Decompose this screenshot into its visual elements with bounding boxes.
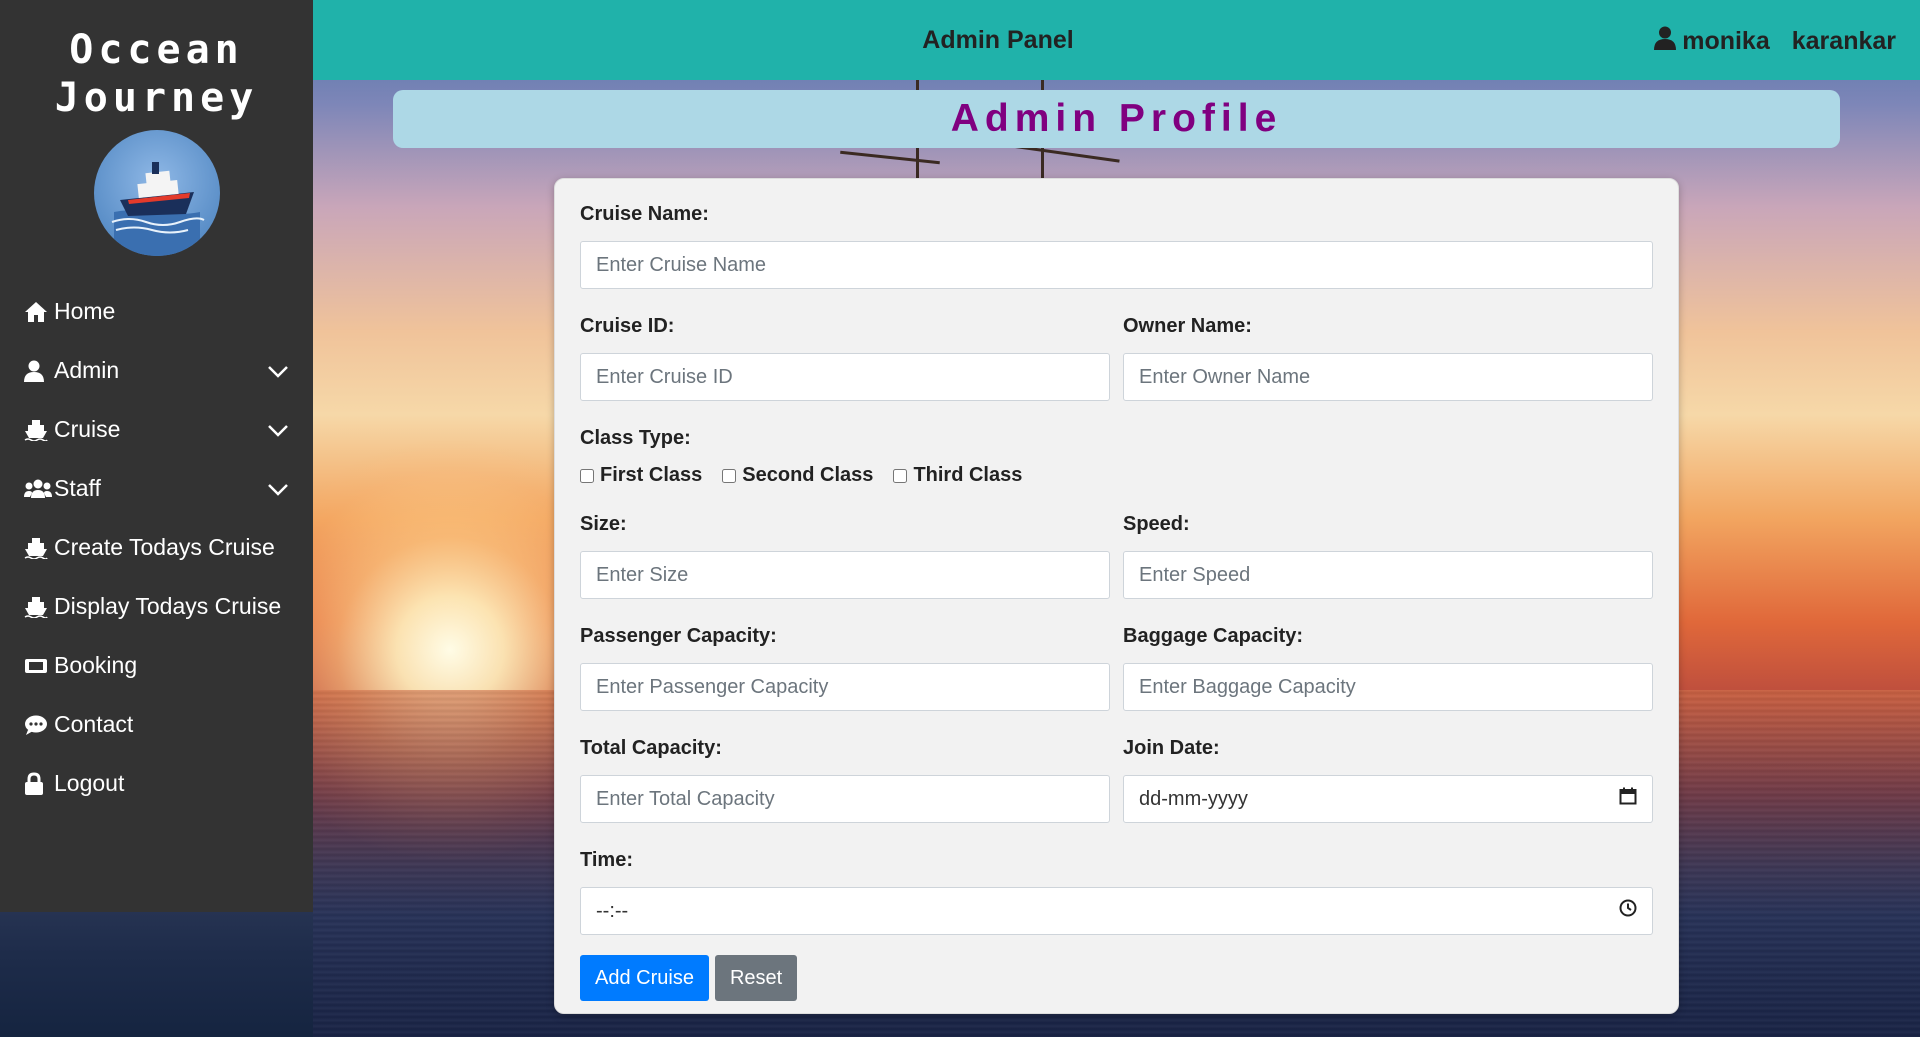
calendar-icon[interactable] (1619, 787, 1637, 811)
user-first-name: monika (1682, 27, 1770, 55)
add-cruise-form: Cruise Name: Cruise ID: Owner Name: Clas… (554, 178, 1679, 1014)
total-capacity-label: Total Capacity: (580, 737, 722, 759)
sidebar-item-label: Create Todays Cruise (54, 534, 275, 560)
first-class-option[interactable]: First Class (580, 464, 702, 487)
sidebar-item-home[interactable]: Home (0, 282, 313, 341)
total-capacity-input[interactable] (580, 775, 1110, 823)
page-title: Admin Profile (393, 90, 1840, 148)
first-class-label: First Class (600, 464, 703, 486)
form-actions: Add Cruise Reset (580, 955, 1653, 1001)
time-label: Time: (580, 849, 633, 871)
user-last-name: karankar (1791, 27, 1896, 55)
size-label: Size: (580, 513, 627, 535)
passenger-capacity-label: Passenger Capacity: (580, 625, 777, 647)
reset-button[interactable]: Reset (714, 955, 798, 1001)
brand-line-2: Journey (54, 75, 259, 121)
second-class-label: Second Class (742, 464, 874, 486)
ship-icon (24, 419, 52, 441)
class-type-label: Class Type: (580, 427, 691, 449)
third-class-label: Third Class (913, 464, 1023, 486)
sidebar-item-label: Home (54, 298, 116, 324)
speed-input[interactable] (1123, 551, 1653, 599)
user-menu[interactable]: monika karankar (1654, 26, 1896, 57)
first-class-checkbox[interactable] (580, 468, 594, 483)
owner-name-label: Owner Name: (1123, 315, 1252, 337)
size-input[interactable] (580, 551, 1110, 599)
cruise-ship-logo (93, 130, 220, 256)
chevron-down-icon[interactable] (267, 358, 289, 385)
cruise-id-label: Cruise ID: (580, 315, 675, 337)
ship-icon (24, 596, 52, 618)
baggage-capacity-label: Baggage Capacity: (1123, 625, 1304, 647)
header-title: Admin Panel (922, 26, 1074, 54)
sidebar-item-label: Cruise (54, 416, 121, 442)
ticket-icon (24, 656, 52, 676)
user-icon (1654, 26, 1677, 57)
third-class-option[interactable]: Third Class (893, 464, 1022, 487)
third-class-checkbox[interactable] (893, 468, 908, 483)
time-input[interactable]: --:-- (580, 887, 1653, 935)
sidebar-item-label: Display Todays Cruise (54, 593, 282, 619)
sidebar-item-admin[interactable]: Admin (0, 341, 313, 400)
sidebar-item-contact[interactable]: Contact (0, 695, 313, 754)
second-class-checkbox[interactable] (722, 468, 737, 483)
passenger-capacity-input[interactable] (580, 663, 1110, 711)
class-type-options: First Class Second Class Third Class (580, 464, 1653, 487)
sidebar-item-booking[interactable]: Booking (0, 636, 313, 695)
sidebar-item-staff[interactable]: Staff (0, 459, 313, 518)
ship-icon (24, 537, 52, 559)
ship-logo-icon (111, 162, 204, 256)
cruise-id-input[interactable] (580, 353, 1110, 401)
lock-icon (24, 771, 52, 796)
chevron-down-icon[interactable] (267, 476, 289, 503)
sidebar-nav: Home Admin Cruise Staff Create Todays Cr… (0, 282, 313, 813)
add-cruise-button[interactable]: Add Cruise (580, 955, 709, 1001)
cruise-name-input[interactable] (580, 241, 1653, 289)
cruise-name-label: Cruise Name: (580, 203, 709, 225)
join-date-input[interactable]: dd-mm-yyyy (1123, 775, 1653, 823)
sidebar-item-logout[interactable]: Logout (0, 754, 313, 813)
join-date-value: dd-mm-yyyy (1139, 787, 1248, 810)
chevron-down-icon[interactable] (267, 417, 289, 444)
users-icon (24, 478, 52, 500)
sidebar-item-label: Staff (54, 475, 101, 501)
top-header: Admin Panel monika karankar (313, 0, 1920, 80)
clock-icon[interactable] (1619, 899, 1637, 923)
owner-name-input[interactable] (1123, 353, 1653, 401)
sidebar-item-create-todays-cruise[interactable]: Create Todays Cruise (0, 518, 313, 577)
sidebar: Occean Journey Home Admin Cruise Staff C… (0, 0, 313, 912)
speed-label: Speed: (1123, 513, 1190, 535)
brand-title: Occean Journey (0, 0, 313, 122)
sidebar-item-label: Booking (54, 652, 138, 678)
baggage-capacity-input[interactable] (1123, 663, 1653, 711)
sidebar-item-display-todays-cruise[interactable]: Display Todays Cruise (0, 577, 313, 636)
time-value: --:-- (596, 899, 629, 922)
sidebar-item-label: Admin (54, 357, 120, 383)
home-icon (24, 301, 52, 323)
background-ship-yard (840, 150, 940, 165)
user-icon (24, 360, 52, 382)
brand-line-1: Occean (69, 27, 244, 73)
sidebar-item-cruise[interactable]: Cruise (0, 400, 313, 459)
chat-icon (24, 714, 52, 736)
join-date-label: Join Date: (1123, 737, 1220, 759)
sidebar-item-label: Contact (54, 711, 134, 737)
second-class-option[interactable]: Second Class (722, 464, 873, 487)
sidebar-item-label: Logout (54, 770, 125, 796)
